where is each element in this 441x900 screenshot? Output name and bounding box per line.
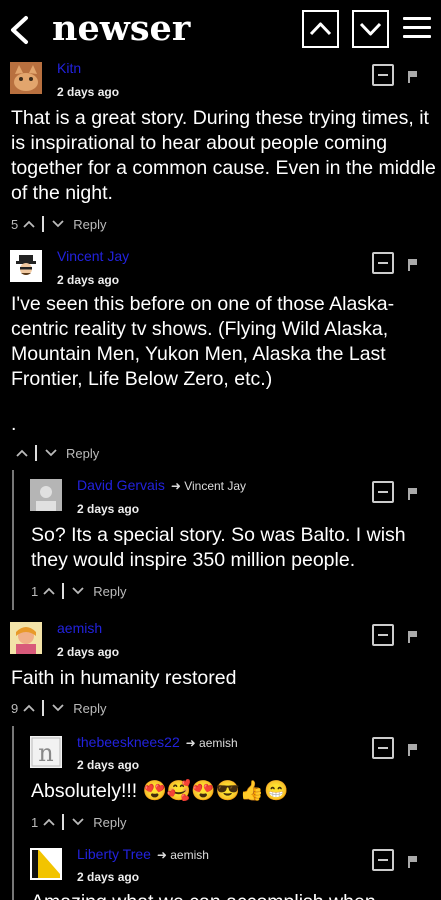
downvote-icon[interactable] bbox=[51, 219, 65, 229]
flag-icon[interactable] bbox=[408, 631, 418, 643]
comment-body: Absolutely!!! 😍🥰😍😎👍😁 bbox=[31, 780, 289, 802]
collapse-comment-button[interactable] bbox=[372, 64, 394, 86]
upvote-icon[interactable] bbox=[22, 219, 36, 229]
flag-icon[interactable] bbox=[408, 259, 418, 271]
vote-divider bbox=[62, 814, 65, 830]
comment-body: That is a great story. During these tryi… bbox=[11, 107, 436, 204]
downvote-icon[interactable] bbox=[51, 703, 65, 713]
comment-body: Amazing what we can accomplish when bbox=[31, 890, 436, 900]
comment-actions: Reply bbox=[11, 445, 99, 461]
comment-author[interactable]: Liberty Tree ➜ aemish bbox=[77, 846, 209, 862]
reply-to-label: ➜ aemish bbox=[185, 736, 238, 750]
flag-icon[interactable] bbox=[408, 488, 418, 500]
previous-article-button[interactable] bbox=[302, 10, 339, 48]
author-name[interactable]: David Gervais bbox=[77, 477, 165, 493]
vote-count: 9 bbox=[11, 700, 19, 716]
reply-link[interactable]: Reply bbox=[73, 217, 106, 232]
reply-to-label: ➜ aemish bbox=[156, 848, 209, 862]
comment-body-trailing: . bbox=[11, 413, 17, 435]
reply-link[interactable]: Reply bbox=[73, 701, 106, 716]
avatar[interactable] bbox=[10, 62, 42, 94]
top-bar: newser bbox=[0, 0, 441, 58]
comment-author[interactable]: Kitn bbox=[57, 60, 81, 76]
vote-divider bbox=[42, 700, 45, 716]
comment-author[interactable]: Vincent Jay bbox=[57, 248, 129, 264]
newser-logo[interactable]: newser bbox=[52, 8, 190, 49]
collapse-comment-button[interactable] bbox=[372, 624, 394, 646]
reply-link[interactable]: Reply bbox=[93, 584, 126, 599]
avatar[interactable] bbox=[30, 479, 62, 511]
comment-timestamp: 2 days ago bbox=[77, 502, 140, 516]
vote-count: 1 bbox=[31, 583, 39, 599]
next-article-button[interactable] bbox=[352, 10, 389, 48]
upvote-icon[interactable] bbox=[42, 586, 56, 596]
comment-author[interactable]: aemish bbox=[57, 620, 102, 636]
collapse-comment-button[interactable] bbox=[372, 481, 394, 503]
comment-timestamp: 2 days ago bbox=[77, 758, 140, 772]
avatar[interactable]: n bbox=[30, 736, 62, 768]
downvote-icon[interactable] bbox=[44, 448, 58, 458]
collapse-comment-button[interactable] bbox=[372, 252, 394, 274]
reply-to-author[interactable]: aemish bbox=[170, 848, 209, 862]
reply-link[interactable]: Reply bbox=[93, 815, 126, 830]
comment-timestamp: 2 days ago bbox=[57, 645, 120, 659]
reply-to-label: ➜ Vincent Jay bbox=[170, 479, 247, 493]
comment-timestamp: 2 days ago bbox=[77, 870, 140, 884]
collapse-comment-button[interactable] bbox=[372, 849, 394, 871]
reply-thread-line bbox=[12, 470, 14, 610]
vote-divider bbox=[35, 445, 37, 461]
comment-author[interactable]: thebeesknees22 ➜ aemish bbox=[77, 734, 238, 750]
avatar[interactable] bbox=[10, 622, 42, 654]
comment-timestamp: 2 days ago bbox=[57, 85, 120, 99]
hamburger-menu-icon[interactable] bbox=[403, 17, 431, 41]
comment-actions: 1 Reply bbox=[31, 814, 126, 830]
comment-actions: 5 Reply bbox=[11, 216, 106, 232]
vote-count: 1 bbox=[31, 814, 39, 830]
reply-to-author[interactable]: aemish bbox=[199, 736, 238, 750]
author-name[interactable]: Liberty Tree bbox=[77, 846, 151, 862]
comment-body: Faith in humanity restored bbox=[11, 667, 237, 689]
comment-author[interactable]: David Gervais ➜ Vincent Jay bbox=[77, 477, 246, 493]
comment-actions: 1 Reply bbox=[31, 583, 126, 599]
comment-body: I've seen this before on one of those Al… bbox=[11, 293, 395, 390]
flag-icon[interactable] bbox=[408, 856, 418, 868]
back-arrow-icon[interactable] bbox=[6, 10, 32, 50]
flag-icon[interactable] bbox=[408, 71, 418, 83]
reply-to-author[interactable]: Vincent Jay bbox=[184, 479, 246, 493]
vote-divider bbox=[62, 583, 65, 599]
comment-actions: 9 Reply bbox=[11, 700, 106, 716]
author-name[interactable]: thebeesknees22 bbox=[77, 734, 180, 750]
avatar[interactable] bbox=[30, 848, 62, 880]
flag-icon[interactable] bbox=[408, 744, 418, 756]
downvote-icon[interactable] bbox=[71, 817, 85, 827]
upvote-icon[interactable] bbox=[42, 817, 56, 827]
downvote-icon[interactable] bbox=[71, 586, 85, 596]
svg-text:n: n bbox=[38, 739, 53, 767]
vote-divider bbox=[42, 216, 45, 232]
upvote-icon[interactable] bbox=[15, 448, 29, 458]
vote-count: 5 bbox=[11, 216, 19, 232]
avatar[interactable] bbox=[10, 250, 42, 282]
reply-link[interactable]: Reply bbox=[66, 446, 99, 461]
comment-timestamp: 2 days ago bbox=[57, 273, 120, 287]
reply-thread-line bbox=[12, 726, 14, 900]
comment-body: So? Its a special story. So was Balto. I… bbox=[31, 524, 406, 571]
upvote-icon[interactable] bbox=[22, 703, 36, 713]
collapse-comment-button[interactable] bbox=[372, 737, 394, 759]
